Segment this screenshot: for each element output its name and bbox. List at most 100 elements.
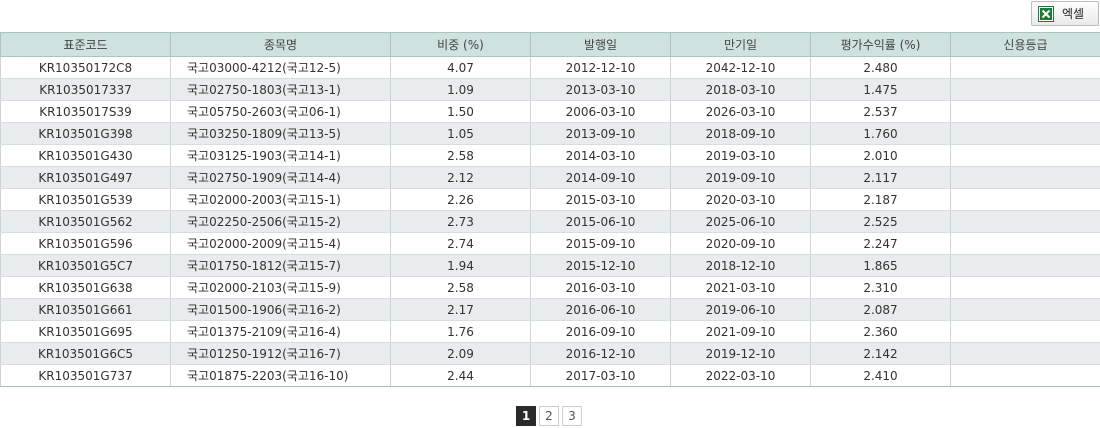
column-header-standard-code: 표준코드 [0, 32, 171, 57]
cell-issue-date: 2015-06-10 [530, 210, 671, 233]
cell-yield: 1.865 [810, 254, 951, 277]
pagination: 123 [516, 406, 582, 426]
cell-issue-name: 국고02000-2003(국고15-1) [170, 188, 391, 211]
table-row: KR10350172C8 국고03000-4212(국고12-5) 4.07 2012… [0, 56, 1100, 79]
table-row: KR1035017337 국고02750-1803(국고13-1) 1.09 2013… [0, 78, 1100, 101]
column-header-issue-date: 발행일 [530, 32, 671, 57]
table-header-row: 표준코드 종목명 비중 (%) 발행일 만기일 평가수익률 (%) 신용등급 [0, 32, 1100, 57]
cell-yield: 1.475 [810, 78, 951, 101]
cell-issue-name: 국고01250-1912(국고16-7) [170, 342, 391, 365]
cell-issue-date: 2016-09-10 [530, 320, 671, 343]
table-row: KR103501G6C5 국고01250-1912(국고16-7) 2.09 2016… [0, 342, 1100, 365]
cell-maturity-date: 2019-09-10 [670, 166, 811, 189]
cell-maturity-date: 2018-12-10 [670, 254, 811, 277]
cell-issue-name: 국고01875-2203(국고16-10) [170, 364, 391, 387]
cell-standard-code: KR103501G6C5 [0, 342, 171, 365]
cell-credit-rating [950, 342, 1100, 365]
cell-maturity-date: 2018-03-10 [670, 78, 811, 101]
cell-issue-name: 국고01375-2109(국고16-4) [170, 320, 391, 343]
cell-yield: 2.480 [810, 56, 951, 79]
cell-credit-rating [950, 320, 1100, 343]
cell-credit-rating [950, 78, 1100, 101]
column-header-issue-name: 종목명 [170, 32, 391, 57]
table-row: KR103501G398 국고03250-1809(국고13-5) 1.05 2013… [0, 122, 1100, 145]
column-header-credit-rating: 신용등급 [950, 32, 1100, 57]
cell-maturity-date: 2021-03-10 [670, 276, 811, 299]
cell-yield: 2.310 [810, 276, 951, 299]
cell-standard-code: KR103501G539 [0, 188, 171, 211]
cell-standard-code: KR1035017S39 [0, 100, 171, 123]
cell-issue-date: 2016-06-10 [530, 298, 671, 321]
cell-credit-rating [950, 254, 1100, 277]
column-header-weight: 비중 (%) [390, 32, 531, 57]
cell-weight: 4.07 [390, 56, 531, 79]
cell-weight: 2.74 [390, 232, 531, 255]
cell-weight: 1.94 [390, 254, 531, 277]
cell-maturity-date: 2018-09-10 [670, 122, 811, 145]
page-button-1[interactable]: 1 [516, 406, 536, 426]
excel-download-label: 엑셀 [1062, 7, 1085, 21]
cell-standard-code: KR103501G497 [0, 166, 171, 189]
cell-issue-date: 2016-12-10 [530, 342, 671, 365]
cell-weight: 2.26 [390, 188, 531, 211]
cell-issue-name: 국고02000-2009(국고15-4) [170, 232, 391, 255]
cell-issue-date: 2013-03-10 [530, 78, 671, 101]
cell-weight: 2.44 [390, 364, 531, 387]
cell-issue-name: 국고02250-2506(국고15-2) [170, 210, 391, 233]
cell-weight: 1.09 [390, 78, 531, 101]
cell-issue-date: 2012-12-10 [530, 56, 671, 79]
cell-yield: 2.247 [810, 232, 951, 255]
cell-credit-rating [950, 276, 1100, 299]
table-row: KR103501G539 국고02000-2003(국고15-1) 2.26 2015… [0, 188, 1100, 211]
table-row: KR103501G596 국고02000-2009(국고15-4) 2.74 2015… [0, 232, 1100, 255]
cell-weight: 2.09 [390, 342, 531, 365]
cell-credit-rating [950, 364, 1100, 387]
cell-issue-date: 2013-09-10 [530, 122, 671, 145]
excel-download-button[interactable]: 엑셀 [1031, 1, 1099, 26]
cell-standard-code: KR103501G695 [0, 320, 171, 343]
table-row: KR103501G430 국고03125-1903(국고14-1) 2.58 2014… [0, 144, 1100, 167]
cell-maturity-date: 2022-03-10 [670, 364, 811, 387]
cell-weight: 1.76 [390, 320, 531, 343]
cell-weight: 2.73 [390, 210, 531, 233]
cell-standard-code: KR103501G638 [0, 276, 171, 299]
table-row: KR103501G562 국고02250-2506(국고15-2) 2.73 2015… [0, 210, 1100, 233]
cell-credit-rating [950, 166, 1100, 189]
cell-issue-name: 국고01750-1812(국고15-7) [170, 254, 391, 277]
cell-issue-date: 2017-03-10 [530, 364, 671, 387]
cell-yield: 2.410 [810, 364, 951, 387]
cell-credit-rating [950, 56, 1100, 79]
cell-standard-code: KR103501G562 [0, 210, 171, 233]
cell-weight: 1.05 [390, 122, 531, 145]
cell-credit-rating [950, 232, 1100, 255]
cell-issue-date: 2016-03-10 [530, 276, 671, 299]
cell-maturity-date: 2025-06-10 [670, 210, 811, 233]
cell-issue-date: 2015-03-10 [530, 188, 671, 211]
cell-maturity-date: 2042-12-10 [670, 56, 811, 79]
table-row: KR103501G5C7 국고01750-1812(국고15-7) 1.94 2015… [0, 254, 1100, 277]
cell-standard-code: KR103501G596 [0, 232, 171, 255]
cell-maturity-date: 2020-03-10 [670, 188, 811, 211]
table-row: KR103501G695 국고01375-2109(국고16-4) 1.76 2016… [0, 320, 1100, 343]
page-button-3[interactable]: 3 [562, 406, 582, 426]
cell-standard-code: KR10350172C8 [0, 56, 171, 79]
table-row: KR103501G497 국고02750-1909(국고14-4) 2.12 2014… [0, 166, 1100, 189]
cell-credit-rating [950, 210, 1100, 233]
cell-yield: 2.087 [810, 298, 951, 321]
cell-issue-name: 국고05750-2603(국고06-1) [170, 100, 391, 123]
cell-issue-name: 국고02750-1909(국고14-4) [170, 166, 391, 189]
cell-credit-rating [950, 188, 1100, 211]
cell-standard-code: KR103501G661 [0, 298, 171, 321]
cell-yield: 2.187 [810, 188, 951, 211]
cell-standard-code: KR103501G430 [0, 144, 171, 167]
cell-issue-name: 국고03125-1903(국고14-1) [170, 144, 391, 167]
page-button-2[interactable]: 2 [539, 406, 559, 426]
cell-yield: 2.117 [810, 166, 951, 189]
cell-standard-code: KR103501G737 [0, 364, 171, 387]
cell-credit-rating [950, 144, 1100, 167]
excel-icon [1038, 5, 1054, 22]
cell-maturity-date: 2020-09-10 [670, 232, 811, 255]
table-header: 표준코드 종목명 비중 (%) 발행일 만기일 평가수익률 (%) 신용등급 [0, 32, 1100, 57]
cell-issue-name: 국고03000-4212(국고12-5) [170, 56, 391, 79]
cell-credit-rating [950, 122, 1100, 145]
